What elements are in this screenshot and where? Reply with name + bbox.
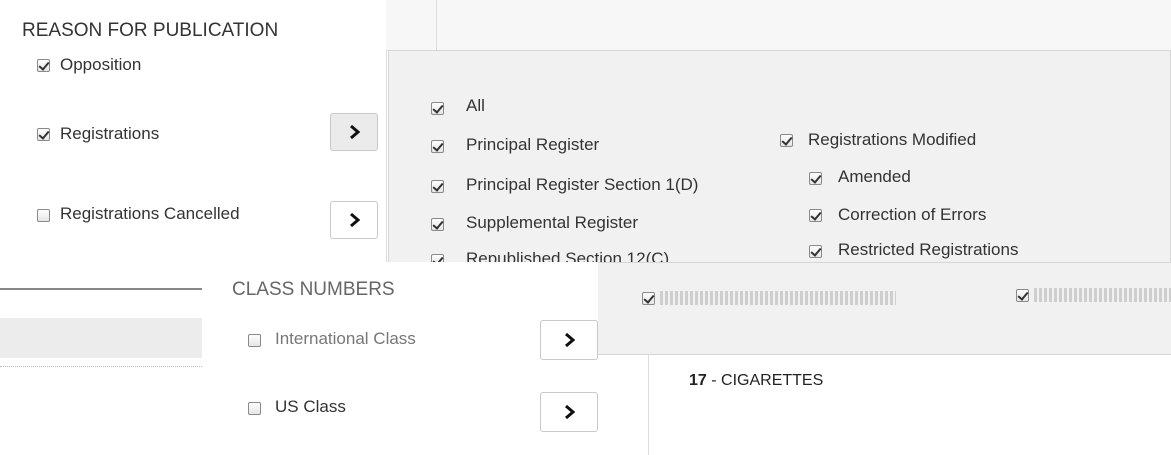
us-class-expand-button[interactable]	[540, 392, 598, 432]
cancelled-checkbox[interactable]	[37, 209, 50, 222]
results-header-text-1	[660, 291, 896, 305]
results-checkbox-1[interactable]	[642, 292, 655, 305]
opposition-label: Opposition	[60, 55, 142, 74]
chevron-right-icon	[350, 213, 360, 227]
reason-title: REASON FOR PUBLICATION	[22, 20, 279, 41]
cancelled-label: Registrations Cancelled	[60, 204, 240, 223]
amended-checkbox[interactable]	[809, 172, 822, 185]
us-class-label: US Class	[275, 397, 346, 416]
registrations-checkbox[interactable]	[37, 128, 50, 141]
results-checkbox-2[interactable]	[1016, 289, 1029, 302]
left-strip-line	[0, 288, 202, 290]
right-header-area	[386, 0, 1171, 51]
right-header-divider	[436, 0, 437, 50]
international-class-expand-button[interactable]	[540, 320, 598, 360]
correction-checkbox[interactable]	[809, 209, 822, 222]
results-header-text-2	[1034, 288, 1171, 302]
registrations-expand-button[interactable]	[330, 113, 378, 151]
modified-label: Registrations Modified	[808, 130, 977, 149]
left-strip-bar	[0, 318, 202, 358]
results-item-number: 17	[689, 372, 707, 389]
chevron-right-icon	[565, 333, 575, 347]
principal-checkbox[interactable]	[431, 140, 444, 153]
us-class-checkbox[interactable]	[248, 402, 261, 415]
left-strip-dotted-line	[0, 366, 202, 367]
results-item-text: - CIGARETTES	[706, 372, 824, 389]
registrations-label: Registrations	[60, 124, 160, 143]
all-label: All	[466, 96, 485, 115]
restricted-label: Restricted Registrations	[838, 240, 1019, 259]
principal-label: Principal Register	[466, 135, 600, 154]
amended-label: Amended	[838, 167, 911, 186]
supplemental-checkbox[interactable]	[431, 218, 444, 231]
class-numbers-title: CLASS NUMBERS	[232, 279, 395, 300]
restricted-checkbox[interactable]	[809, 245, 822, 258]
modified-checkbox[interactable]	[780, 134, 793, 147]
results-panel-header	[598, 262, 1171, 355]
all-checkbox[interactable]	[431, 102, 444, 115]
results-divider	[648, 355, 649, 455]
correction-label: Correction of Errors	[838, 205, 987, 224]
chevron-right-icon	[565, 405, 575, 419]
results-item: 17 - CIGARETTES	[689, 372, 823, 390]
principal-1d-label: Principal Register Section 1(D)	[466, 175, 699, 194]
international-class-checkbox[interactable]	[248, 334, 261, 347]
supplemental-label: Supplemental Register	[466, 213, 638, 232]
principal-1d-checkbox[interactable]	[431, 180, 444, 193]
left-strip	[0, 262, 202, 455]
chevron-right-icon	[350, 125, 360, 139]
international-class-label: International Class	[275, 329, 416, 348]
opposition-checkbox[interactable]	[37, 59, 50, 72]
cancelled-expand-button[interactable]	[330, 201, 378, 239]
